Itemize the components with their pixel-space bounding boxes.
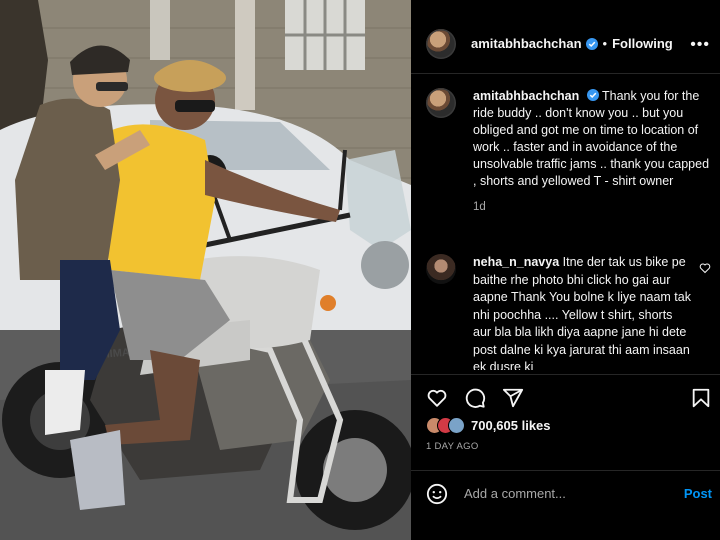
verified-icon [585, 37, 598, 50]
more-icon[interactable]: ••• [690, 36, 710, 54]
comment-text: Itne der tak us bike pe baithe rhe photo… [473, 255, 691, 370]
comment-input[interactable]: Add a comment... [464, 486, 664, 501]
save-button[interactable] [690, 387, 712, 409]
likes-row[interactable]: 700,605 likes [426, 417, 551, 434]
bottom-bar [411, 516, 720, 540]
post-comment-button[interactable]: Post [684, 486, 712, 501]
bookmark-icon[interactable] [690, 387, 712, 409]
author-username[interactable]: amitabhbachchan [471, 36, 582, 51]
post-photo[interactable]: HIMALAYAN [0, 0, 411, 540]
post-time[interactable]: 1 DAY AGO [426, 441, 479, 452]
comment-body: neha_n_navya Itne der tak us bike pe bai… [473, 254, 693, 370]
comment-icon[interactable] [464, 387, 486, 409]
commenter-username[interactable]: neha_n_navya [473, 255, 559, 269]
header-separator: • [602, 36, 608, 51]
caption-text: Thank you for the ride buddy .. don't kn… [473, 89, 710, 188]
author-avatar[interactable] [426, 28, 456, 59]
comment-item: neha_n_navya Itne der tak us bike pe bai… [426, 254, 711, 370]
post-caption: amitabhbachchan Thank you for the ride b… [426, 88, 711, 216]
heart-icon[interactable] [426, 387, 448, 409]
caption-time: 1d [473, 201, 486, 213]
post-header: amitabhbachchan • Following ••• [411, 14, 720, 74]
likes-count[interactable]: 700,605 likes [471, 418, 551, 433]
action-buttons [426, 387, 524, 409]
post-sidebar: amitabhbachchan • Following ••• amitabhb… [411, 0, 720, 540]
caption-body: amitabhbachchan Thank you for the ride b… [473, 88, 711, 216]
commenter-avatar[interactable] [426, 254, 456, 284]
top-bar [411, 0, 720, 14]
share-icon[interactable] [502, 387, 524, 409]
emoji-button[interactable] [426, 483, 448, 505]
caption-avatar[interactable] [426, 88, 456, 118]
following-button[interactable]: Following [612, 36, 673, 51]
emoji-icon[interactable] [426, 483, 448, 505]
comment-like-icon[interactable] [699, 262, 711, 274]
comment-composer: Add a comment... Post [411, 470, 720, 516]
verified-icon [586, 89, 599, 101]
caption-username[interactable]: amitabhbachchan [473, 89, 579, 103]
photo-illustration: HIMALAYAN [0, 0, 411, 540]
liker-avatar [448, 417, 465, 434]
post-actions: 700,605 likes 1 DAY AGO [411, 374, 720, 469]
